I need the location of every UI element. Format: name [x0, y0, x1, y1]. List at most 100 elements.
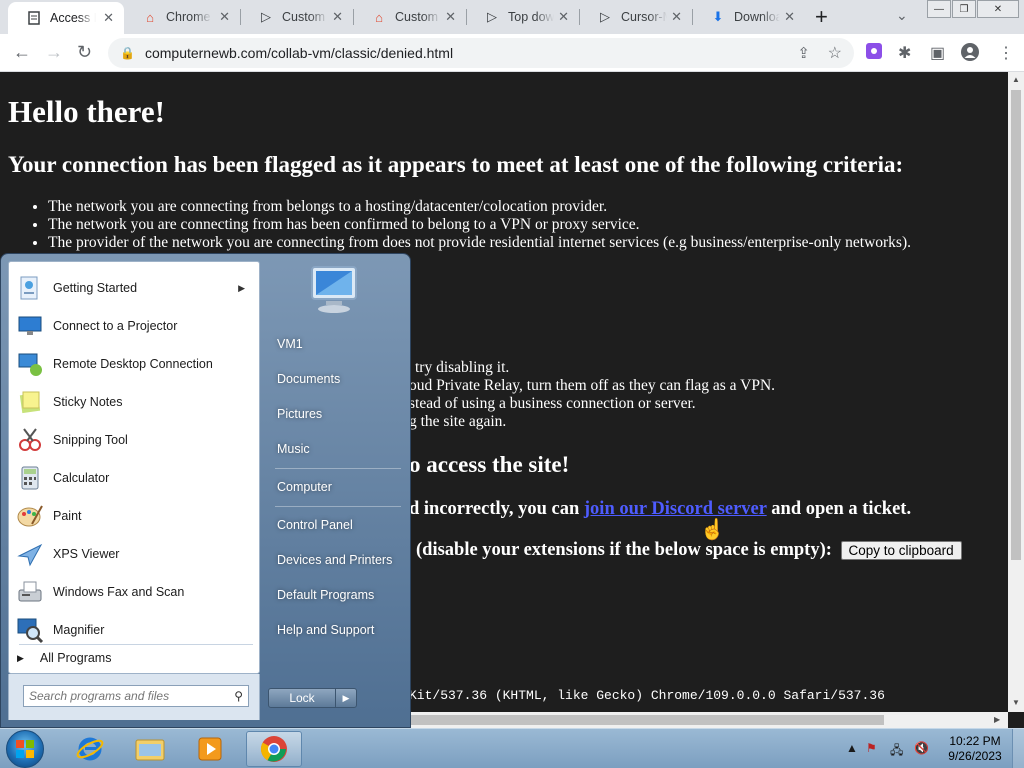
system-clock[interactable]: 10:22 PM 9/26/2023 — [940, 734, 1010, 764]
chrome-store-icon: ⌂ — [146, 9, 154, 25]
xps-viewer-icon — [13, 538, 47, 570]
vertical-scrollbar[interactable]: ▲ ▼ — [1008, 72, 1024, 712]
start-menu: Getting Started ▶ Connect to a Projector… — [0, 253, 411, 728]
program-magnifier[interactable]: Magnifier — [13, 612, 257, 648]
program-calculator[interactable]: Calculator — [13, 460, 257, 496]
close-icon[interactable]: ✕ — [784, 9, 795, 25]
all-programs-button[interactable]: ▶ All Programs — [17, 651, 111, 665]
program-label: Paint — [53, 509, 82, 523]
close-icon[interactable]: ✕ — [671, 9, 682, 25]
all-programs-label: All Programs — [39, 651, 112, 665]
program-sticky-notes[interactable]: Sticky Notes — [13, 384, 257, 420]
reload-icon[interactable]: ↻ — [77, 42, 92, 63]
tab-title: Access Denied — [50, 11, 96, 25]
user-agent-text: Kit/537.36 (KHTML, like Gecko) Chrome/10… — [409, 688, 885, 703]
program-getting-started[interactable]: Getting Started ▶ — [13, 270, 257, 306]
scroll-right-icon[interactable]: ▶ — [994, 715, 1000, 724]
forward-arrow-icon[interactable]: → — [45, 42, 63, 63]
search-input[interactable] — [29, 689, 219, 703]
tab-access-denied[interactable]: Access Denied ✕ — [8, 2, 124, 34]
lock-button[interactable]: Lock ▶ — [268, 688, 357, 708]
start-search-bar: ⚲ — [8, 674, 260, 720]
star-icon[interactable]: ☆ — [828, 43, 842, 63]
tip-line: try disabling it. — [415, 359, 510, 376]
start-item-help-support[interactable]: Help and Support — [269, 616, 405, 644]
start-item-documents[interactable]: Documents — [269, 365, 405, 393]
tab-custom-cursor-2[interactable]: ⌂ Custom Cursor ✕ — [353, 0, 467, 34]
lock-label[interactable]: Lock — [269, 689, 336, 707]
program-fax-scan[interactable]: Windows Fax and Scan — [13, 574, 257, 610]
close-icon[interactable]: ✕ — [219, 9, 230, 25]
show-desktop-button[interactable] — [1012, 729, 1024, 768]
program-label: Magnifier — [53, 623, 105, 637]
program-remote-desktop[interactable]: Remote Desktop Connection — [13, 346, 257, 382]
network-icon[interactable]: 🖧 — [890, 741, 903, 762]
fax-scan-icon — [13, 576, 47, 608]
start-item-computer[interactable]: Computer — [269, 473, 405, 501]
scrollbar-thumb[interactable] — [1011, 90, 1021, 560]
close-icon[interactable]: ✕ — [332, 9, 343, 25]
scroll-up-icon[interactable]: ▲ — [1012, 75, 1020, 84]
tab-top-downloads[interactable]: ▷ Top downloads ✕ — [466, 0, 580, 34]
chrome-taskbar-icon[interactable] — [246, 731, 302, 767]
tab-title: Downloads — [734, 10, 780, 24]
share-icon[interactable]: ⇪ — [797, 44, 810, 62]
tip-line: stead of using a business connection or … — [409, 395, 696, 412]
back-arrow-icon[interactable]: ← — [13, 42, 31, 63]
tab-cursor-mania[interactable]: ▷ Cursor-Mania ✕ — [579, 0, 693, 34]
tab-downloads[interactable]: ⬇ Downloads ✕ — [692, 0, 805, 34]
chevron-down-icon[interactable]: ⌄ — [896, 7, 908, 24]
chrome-store-icon: ⌂ — [375, 9, 383, 25]
divider — [275, 506, 401, 507]
search-icon[interactable]: ⚲ — [234, 689, 243, 703]
media-player-icon[interactable] — [182, 731, 238, 767]
copy-to-clipboard-button[interactable]: Copy to clipboard — [840, 541, 962, 561]
program-connect-projector[interactable]: Connect to a Projector — [13, 308, 257, 344]
program-xps-viewer[interactable]: XPS Viewer — [13, 536, 257, 572]
tab-chrome-web-store[interactable]: ⌂ Chrome Web Store ✕ — [124, 0, 241, 34]
program-paint[interactable]: Paint — [13, 498, 257, 534]
program-label: Snipping Tool — [53, 433, 128, 447]
address-bar[interactable]: 🔒 computernewb.com/collab-vm/classic/den… — [108, 38, 854, 68]
new-tab-button[interactable]: + — [815, 4, 828, 30]
close-window-button[interactable]: ✕ — [977, 0, 1019, 18]
lock-icon[interactable]: 🔒 — [120, 46, 135, 60]
access-heading: o access the site! — [409, 452, 570, 477]
cursor-icon: ▷ — [600, 9, 610, 24]
close-icon[interactable]: ✕ — [445, 9, 456, 25]
start-item-devices-printers[interactable]: Devices and Printers — [269, 546, 405, 574]
start-item-music[interactable]: Music — [269, 435, 405, 463]
start-item-vm1[interactable]: VM1 — [269, 330, 405, 358]
minimize-button[interactable]: — — [927, 0, 951, 18]
submenu-arrow-icon: ▶ — [238, 282, 245, 293]
snipping-tool-icon — [13, 424, 47, 456]
chevron-right-icon[interactable]: ▶ — [336, 689, 356, 707]
start-orb-windows-icon[interactable] — [6, 730, 44, 768]
scrollbar-thumb[interactable] — [400, 715, 884, 725]
scroll-down-icon[interactable]: ▼ — [1012, 698, 1020, 707]
internet-explorer-icon[interactable] — [62, 731, 118, 767]
volume-muted-icon[interactable]: 🔇 — [914, 741, 929, 755]
file-explorer-icon[interactable] — [122, 731, 178, 767]
close-icon[interactable]: ✕ — [558, 9, 569, 25]
discord-link[interactable]: join our Discord server — [584, 499, 767, 519]
start-item-default-programs[interactable]: Default Programs — [269, 581, 405, 609]
program-snipping-tool[interactable]: Snipping Tool — [13, 422, 257, 458]
maximize-button[interactable]: ❐ — [952, 0, 976, 18]
extension-app-icon[interactable] — [866, 43, 882, 64]
tab-custom-cursor-1[interactable]: ▷ Custom Cursor ✕ — [240, 0, 354, 34]
close-icon[interactable]: ✕ — [103, 10, 114, 26]
url-text[interactable]: computernewb.com/collab-vm/classic/denie… — [145, 45, 453, 61]
start-search-box[interactable]: ⚲ — [23, 685, 249, 707]
list-item: The network you are connecting from has … — [48, 216, 911, 234]
extensions-puzzle-icon[interactable]: ✱ — [898, 43, 911, 63]
start-item-control-panel[interactable]: Control Panel — [269, 511, 405, 539]
menu-kebab-icon[interactable]: ⋮ — [998, 43, 1014, 63]
start-item-pictures[interactable]: Pictures — [269, 400, 405, 428]
side-panel-icon[interactable]: ▣ — [930, 43, 945, 63]
show-hidden-icons-chevron[interactable]: ▲ — [846, 741, 858, 755]
download-icon: ⬇ — [712, 9, 724, 24]
action-center-flag-icon[interactable]: ⚑ — [866, 741, 877, 755]
tab-title: Top downloads — [508, 10, 554, 24]
profile-avatar-icon[interactable] — [961, 43, 979, 66]
